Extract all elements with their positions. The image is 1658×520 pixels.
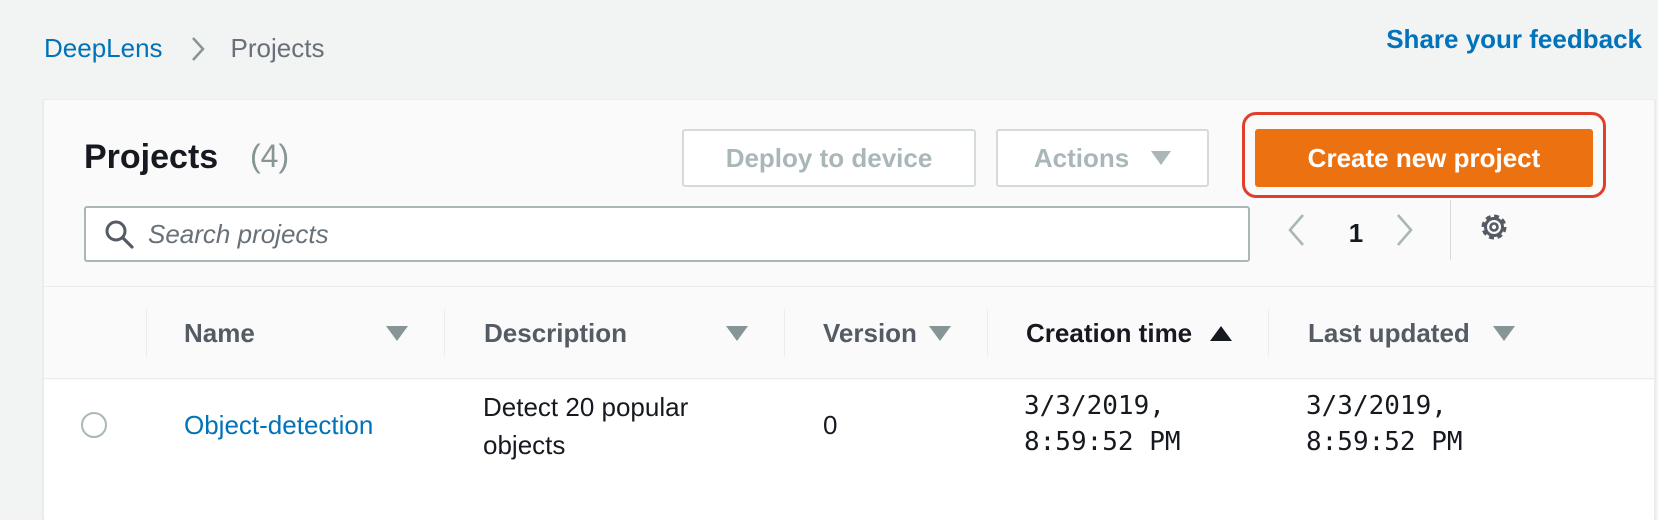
column-separator — [1268, 309, 1269, 357]
top-bar: DeepLens Projects Share your feedback — [0, 0, 1658, 100]
gear-icon[interactable] — [1477, 210, 1511, 244]
updated-date: 3/3/2019, — [1306, 391, 1447, 421]
creation-clock: 8:59:52 PM — [1024, 427, 1181, 457]
deploy-button-label: Deploy to device — [725, 142, 933, 173]
projects-table-panel: Projects (4) Deploy to device Actions Cr… — [43, 99, 1655, 520]
project-count: (4) — [250, 138, 290, 174]
column-label: Creation time — [1026, 317, 1193, 348]
panel-title: Projects — [84, 138, 219, 176]
row-select-radio[interactable] — [81, 412, 107, 438]
column-header-creation-time[interactable]: Creation time — [1026, 287, 1266, 379]
description-line: Detect 20 popular — [483, 392, 689, 422]
deploy-to-device-button[interactable]: Deploy to device — [682, 129, 976, 187]
caret-down-icon — [386, 325, 408, 341]
project-description: Detect 20 popular objects — [483, 388, 688, 464]
table-header: Name Description Version Creation time L… — [44, 287, 1654, 379]
column-label: Name — [184, 317, 255, 348]
chevron-left-icon[interactable] — [1287, 213, 1305, 247]
updated-clock: 8:59:52 PM — [1306, 427, 1463, 457]
column-header-description[interactable]: Description — [484, 287, 784, 379]
column-header-version[interactable]: Version — [823, 287, 987, 379]
project-last-updated: 3/3/2019, 8:59:52 PM — [1306, 388, 1463, 460]
share-feedback-link[interactable]: Share your feedback — [1386, 24, 1642, 55]
current-page-number[interactable]: 1 — [1346, 218, 1366, 249]
search-input[interactable] — [148, 218, 1228, 250]
divider — [1450, 200, 1451, 260]
sort-ascending-icon — [1210, 325, 1232, 341]
breadcrumb-deeplens-link[interactable]: DeepLens — [44, 33, 163, 64]
column-separator — [146, 309, 147, 357]
caret-down-icon — [1151, 151, 1172, 165]
caret-down-icon — [726, 325, 748, 341]
table-row[interactable]: Object-detection Detect 20 popular objec… — [44, 380, 1654, 520]
chevron-right-icon[interactable] — [1396, 213, 1414, 247]
creation-date: 3/3/2019, — [1024, 391, 1165, 421]
project-name-link[interactable]: Object-detection — [184, 406, 373, 444]
breadcrumb-current: Projects — [230, 33, 325, 63]
actions-dropdown-button[interactable]: Actions — [996, 129, 1209, 187]
actions-button-label: Actions — [1033, 142, 1130, 173]
column-separator — [784, 309, 785, 357]
create-new-project-button[interactable]: Create new project — [1255, 129, 1593, 187]
column-label: Last updated — [1308, 317, 1470, 348]
create-button-label: Create new project — [1307, 142, 1541, 173]
project-version: 0 — [823, 410, 838, 440]
column-separator — [987, 309, 988, 357]
caret-down-icon — [929, 325, 951, 341]
column-header-name[interactable]: Name — [184, 287, 444, 379]
caret-down-icon — [1493, 325, 1515, 341]
column-header-last-updated[interactable]: Last updated — [1308, 287, 1548, 379]
breadcrumb: DeepLens Projects — [44, 33, 324, 64]
column-separator — [444, 309, 445, 357]
search-box — [84, 206, 1250, 262]
search-icon — [104, 219, 134, 249]
project-creation-time: 3/3/2019, 8:59:52 PM — [1024, 388, 1181, 460]
description-line: objects — [483, 430, 566, 460]
column-label: Version — [823, 317, 917, 348]
chevron-right-icon — [191, 36, 205, 62]
column-label: Description — [484, 317, 628, 348]
